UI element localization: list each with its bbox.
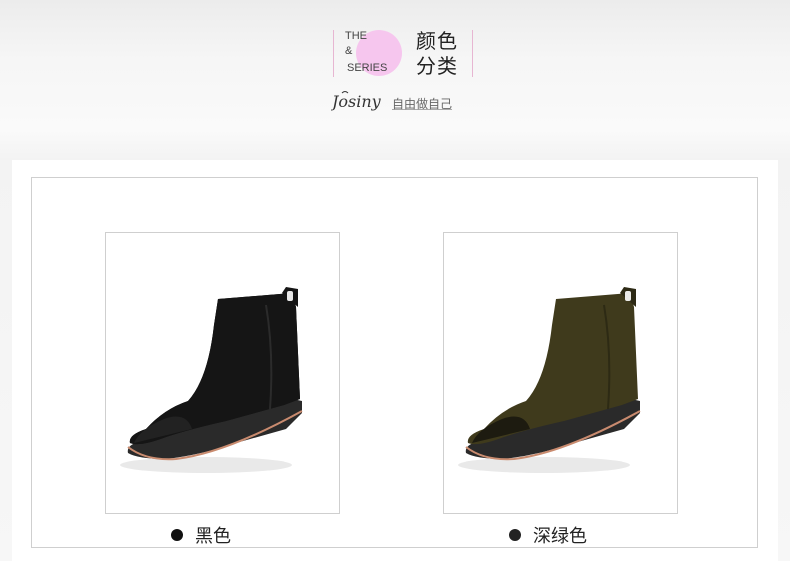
color-frame: 黑色 深绿色 bbox=[31, 177, 758, 548]
section-title-line1: 颜色 bbox=[416, 29, 458, 53]
svg-text:Josiny: Josiny bbox=[331, 92, 382, 111]
boot-image-dark-green bbox=[458, 287, 641, 473]
color-dot-icon bbox=[509, 529, 521, 541]
series-amp: & bbox=[345, 45, 353, 57]
product-card-black[interactable] bbox=[105, 232, 340, 514]
label-black: 黑色 bbox=[195, 526, 231, 547]
series-series: SERIES bbox=[347, 62, 388, 74]
label-dark-green: 深绿色 bbox=[533, 526, 587, 547]
color-dot-icon bbox=[171, 529, 183, 541]
left-divider bbox=[333, 30, 334, 77]
header-banner: THE & SERIES 颜色 分类 Josiny 自由做自己 bbox=[0, 0, 790, 160]
brand-slogan: 自由做自己 bbox=[392, 97, 453, 111]
brand-logo: Josiny bbox=[331, 91, 382, 111]
boot-image-black bbox=[120, 287, 303, 473]
section-title-line2: 分类 bbox=[416, 54, 458, 78]
caption-black: 黑色 bbox=[171, 523, 231, 547]
color-panel: 黑色 深绿色 bbox=[12, 160, 778, 561]
right-divider bbox=[472, 30, 473, 77]
series-the: THE bbox=[345, 30, 367, 42]
product-card-dark-green[interactable] bbox=[443, 232, 678, 514]
caption-dark-green: 深绿色 bbox=[509, 523, 587, 547]
